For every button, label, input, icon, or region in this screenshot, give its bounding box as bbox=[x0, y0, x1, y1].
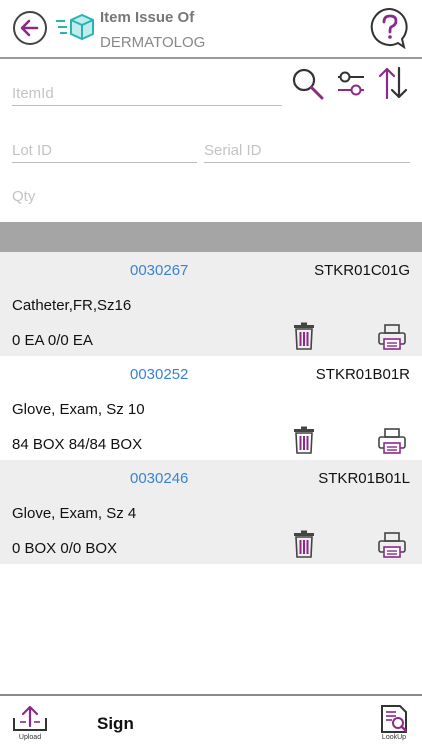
list-item[interactable]: 0030267 STKR01C01G Catheter,FR,Sz16 0 EA… bbox=[0, 252, 422, 356]
header: Item Issue Of DERMATOLOG bbox=[0, 0, 422, 58]
search-icon[interactable] bbox=[291, 67, 325, 101]
list-item[interactable]: 0030252 STKR01B01R Glove, Exam, Sz 10 84… bbox=[0, 356, 422, 460]
page-subtitle: DERMATOLOG bbox=[100, 34, 206, 51]
trash-icon[interactable] bbox=[292, 530, 316, 558]
sort-icon[interactable] bbox=[377, 66, 409, 100]
footer-toolbar: Upload Sign LookUp bbox=[0, 694, 422, 750]
item-quantity: 0 BOX 0/0 BOX bbox=[12, 540, 118, 557]
item-id-input[interactable]: ItemId bbox=[12, 83, 282, 106]
item-description: Glove, Exam, Sz 10 bbox=[12, 401, 145, 418]
list-item[interactable]: 0030246 STKR01B01L Glove, Exam, Sz 4 0 B… bbox=[0, 460, 422, 564]
printer-icon[interactable] bbox=[378, 532, 406, 558]
printer-icon[interactable] bbox=[378, 324, 406, 350]
lookup-button[interactable]: LookUp bbox=[374, 704, 414, 744]
item-location: STKR01C01G bbox=[314, 262, 410, 279]
item-number-link[interactable]: 0030252 bbox=[130, 366, 188, 383]
footer-divider bbox=[0, 694, 422, 696]
lookup-label: LookUp bbox=[381, 734, 407, 741]
printer-icon[interactable] bbox=[378, 428, 406, 454]
filter-icon[interactable] bbox=[336, 69, 366, 99]
item-description: Glove, Exam, Sz 4 bbox=[12, 505, 137, 522]
item-location: STKR01B01L bbox=[318, 470, 410, 487]
upload-icon bbox=[13, 705, 47, 731]
sign-button[interactable]: Sign bbox=[97, 714, 134, 734]
trash-icon[interactable] bbox=[292, 322, 316, 350]
page-title: Item Issue Of bbox=[100, 9, 195, 26]
item-description: Catheter,FR,Sz16 bbox=[12, 297, 132, 314]
upload-button[interactable]: Upload bbox=[10, 704, 50, 744]
header-divider bbox=[0, 57, 422, 59]
qty-input[interactable]: Qty bbox=[12, 188, 35, 205]
lot-id-input[interactable]: Lot ID bbox=[12, 140, 197, 163]
item-quantity: 84 BOX 84/84 BOX bbox=[12, 436, 143, 453]
lookup-icon bbox=[381, 705, 408, 733]
item-number-link[interactable]: 0030246 bbox=[130, 470, 188, 487]
upload-label: Upload bbox=[18, 734, 42, 741]
help-icon[interactable] bbox=[370, 7, 410, 49]
back-arrow-icon[interactable] bbox=[12, 10, 48, 46]
item-number-link[interactable]: 0030267 bbox=[130, 262, 188, 279]
trash-icon[interactable] bbox=[292, 426, 316, 454]
moving-box-icon bbox=[56, 13, 94, 41]
item-location: STKR01B01R bbox=[315, 366, 410, 383]
serial-id-input[interactable]: Serial ID bbox=[204, 140, 410, 163]
list-header-band bbox=[0, 222, 422, 252]
item-quantity: 0 EA 0/0 EA bbox=[12, 332, 93, 349]
